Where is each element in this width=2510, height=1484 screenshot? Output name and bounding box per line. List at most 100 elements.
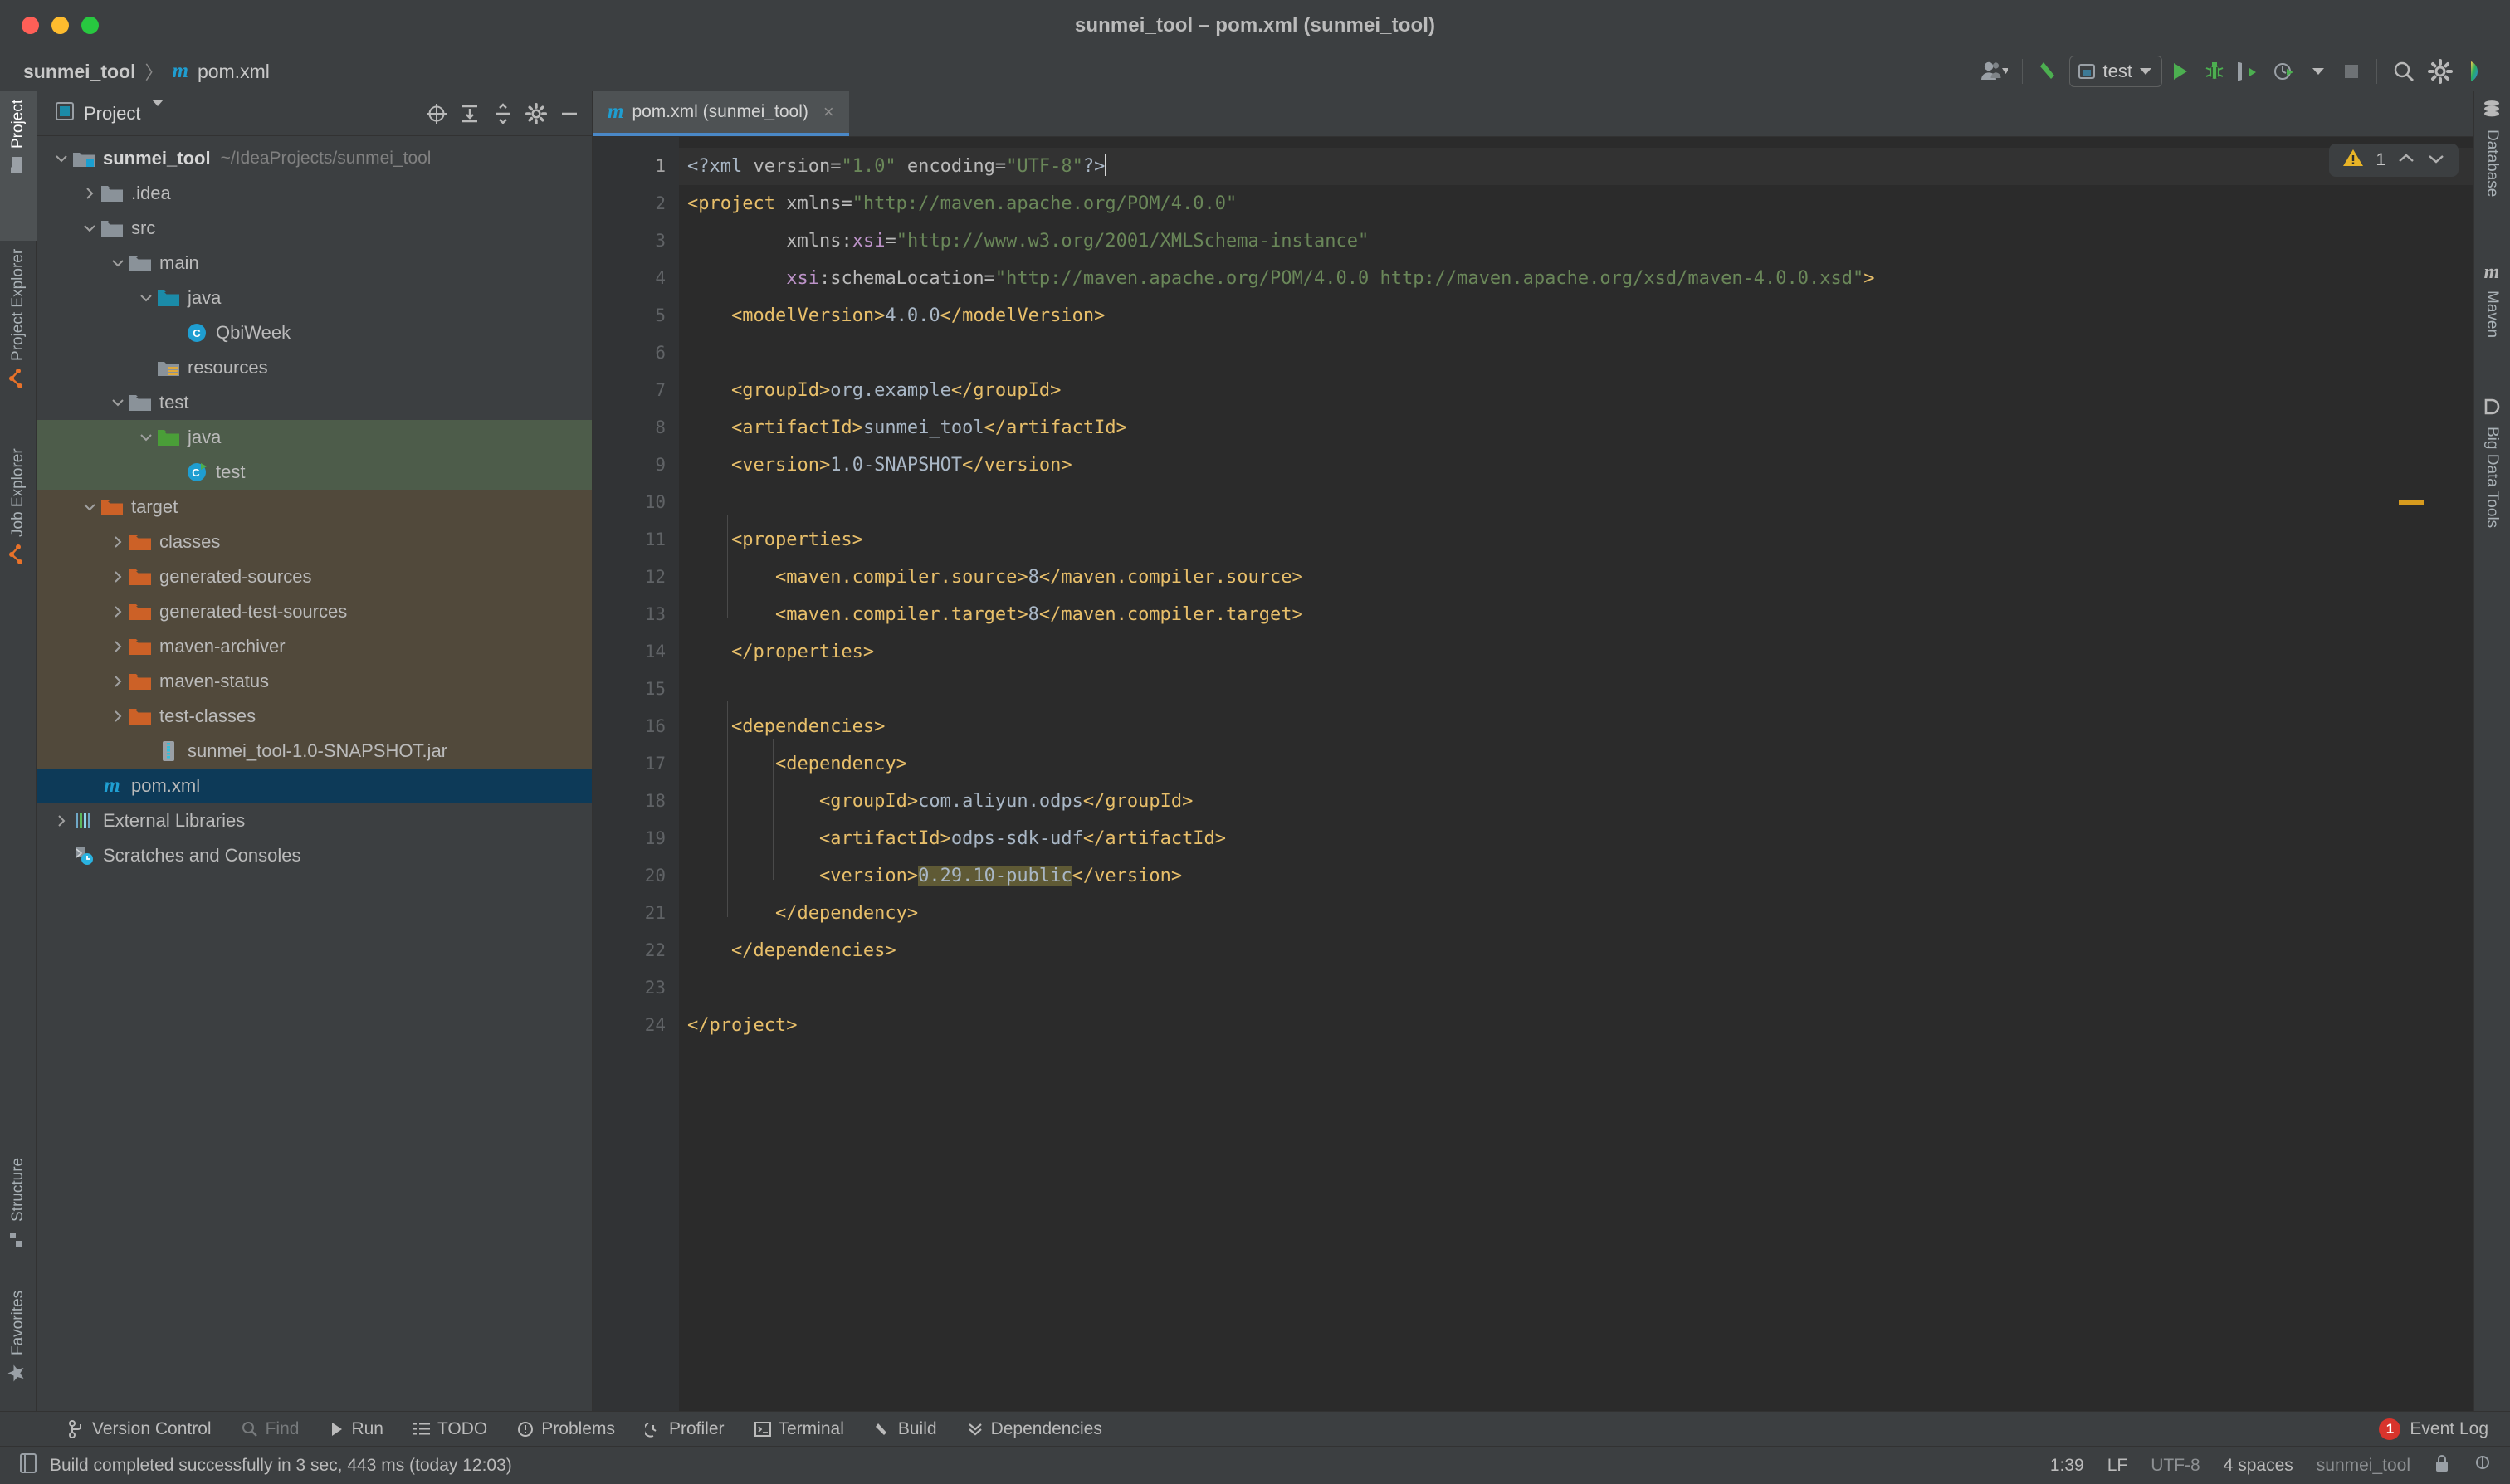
code-line-1[interactable]: <?xml version="1.0" encoding="UTF-8"?> <box>679 148 2473 185</box>
run-button[interactable] <box>2162 53 2197 90</box>
chevron-down-icon[interactable] <box>108 398 128 408</box>
tree-node-java[interactable]: java <box>37 420 592 455</box>
warning-marker-scrollbar[interactable] <box>2399 500 2424 505</box>
tool-window-profiler[interactable]: Profiler <box>630 1412 740 1447</box>
run-with-coverage-button[interactable] <box>2232 53 2267 90</box>
line-number[interactable]: 18 <box>593 783 679 820</box>
sidebar-item-maven[interactable]: m Maven <box>2473 253 2510 390</box>
sidebar-item-database[interactable]: Database <box>2473 91 2510 253</box>
tree-node-scratches-and-consoles[interactable]: Scratches and Consoles <box>37 838 592 873</box>
chevron-right-icon[interactable] <box>108 570 128 583</box>
line-separator[interactable]: LF <box>2107 1456 2128 1476</box>
tree-node-target[interactable]: target <box>37 490 592 525</box>
code-line-14[interactable]: </properties> <box>679 633 2473 671</box>
code-line-20[interactable]: <version>0.29.10-public</version> <box>679 857 2473 895</box>
code-line-8[interactable]: <artifactId>sunmei_tool</artifactId> <box>679 409 2473 447</box>
tree-node-maven-status[interactable]: maven-status <box>37 664 592 699</box>
code-line-15[interactable] <box>679 671 2473 708</box>
line-number[interactable]: 2 <box>593 185 679 222</box>
sidebar-item-project-explorer[interactable]: Project Explorer <box>0 241 37 440</box>
event-log-button[interactable]: 1 Event Log <box>2379 1418 2488 1440</box>
run-configuration-selector[interactable]: test <box>2069 56 2162 87</box>
chevron-up-icon[interactable] <box>2397 151 2415 170</box>
breadcrumb-file[interactable]: pom.xml <box>198 61 270 83</box>
line-number[interactable]: 12 <box>593 559 679 596</box>
tree-node-resources[interactable]: resources <box>37 350 592 385</box>
chevron-down-icon[interactable] <box>51 154 71 164</box>
chevron-down-icon[interactable] <box>108 258 128 268</box>
chevron-down-icon[interactable] <box>2427 151 2445 170</box>
line-number[interactable]: 1 <box>593 148 679 185</box>
line-number[interactable]: 17 <box>593 745 679 783</box>
code-line-9[interactable]: <version>1.0-SNAPSHOT</version> <box>679 447 2473 484</box>
chevron-right-icon[interactable] <box>108 675 128 688</box>
line-number[interactable]: 6 <box>593 334 679 372</box>
tree-node-test-classes[interactable]: test-classes <box>37 699 592 734</box>
sidebar-item-structure[interactable]: Structure <box>0 1150 37 1282</box>
memory-indicator-icon[interactable] <box>18 1452 38 1478</box>
code-line-18[interactable]: <groupId>com.aliyun.odps</groupId> <box>679 783 2473 820</box>
user-avatar-icon[interactable] <box>1974 53 2014 90</box>
tree-node-generated-sources[interactable]: generated-sources <box>37 559 592 594</box>
file-encoding[interactable]: UTF-8 <box>2151 1456 2200 1476</box>
line-number[interactable]: 11 <box>593 521 679 559</box>
expand-all-icon[interactable] <box>456 100 484 128</box>
breadcrumb-project[interactable]: sunmei_tool <box>23 61 135 83</box>
code-line-12[interactable]: <maven.compiler.source>8</maven.compiler… <box>679 559 2473 596</box>
code-line-17[interactable]: <dependency> <box>679 745 2473 783</box>
sidebar-item-big-data-tools[interactable]: Big Data Tools <box>2473 390 2510 569</box>
profile-button[interactable] <box>2267 53 2302 90</box>
line-number[interactable]: 22 <box>593 932 679 969</box>
chevron-down-icon[interactable] <box>80 223 100 233</box>
tree-node-external-libraries[interactable]: External Libraries <box>37 803 592 838</box>
chevron-down-icon[interactable] <box>136 432 156 442</box>
git-branch[interactable]: sunmei_tool <box>2317 1456 2410 1476</box>
lock-icon[interactable] <box>2434 1453 2450 1477</box>
sidebar-item-favorites[interactable]: Favorites <box>0 1282 37 1419</box>
tool-window-find[interactable]: Find <box>227 1412 315 1447</box>
code-line-10[interactable] <box>679 484 2473 521</box>
code-line-2[interactable]: <project xmlns="http://maven.apache.org/… <box>679 185 2473 222</box>
select-opened-file-icon[interactable] <box>422 100 451 128</box>
tree-node-classes[interactable]: classes <box>37 525 592 559</box>
tree-node-sunmei-tool-1-0-snapshot-jar[interactable]: sunmei_tool-1.0-SNAPSHOT.jar <box>37 734 592 769</box>
code-line-19[interactable]: <artifactId>odps-sdk-udf</artifactId> <box>679 820 2473 857</box>
sidebar-item-job-explorer[interactable]: Job Explorer <box>0 440 37 618</box>
code-line-16[interactable]: <dependencies> <box>679 708 2473 745</box>
code-editor[interactable]: 123456789101112131415161718192021222324 … <box>593 137 2473 1419</box>
chevron-right-icon[interactable] <box>108 640 128 653</box>
close-icon[interactable]: × <box>823 101 834 123</box>
tree-node-test[interactable]: test <box>37 385 592 420</box>
tree-node-pom-xml[interactable]: mpom.xml <box>37 769 592 803</box>
line-number[interactable]: 5 <box>593 297 679 334</box>
tree-node-src[interactable]: src <box>37 211 592 246</box>
collapse-all-icon[interactable] <box>489 100 517 128</box>
chevron-down-icon[interactable] <box>152 106 164 121</box>
code-line-7[interactable]: <groupId>org.example</groupId> <box>679 372 2473 409</box>
tree-node-maven-archiver[interactable]: maven-archiver <box>37 629 592 664</box>
tool-window-terminal[interactable]: Terminal <box>740 1412 859 1447</box>
hide-icon[interactable] <box>555 100 584 128</box>
gear-icon[interactable] <box>522 100 550 128</box>
line-number[interactable]: 19 <box>593 820 679 857</box>
chevron-right-icon[interactable] <box>80 187 100 200</box>
code-line-23[interactable] <box>679 969 2473 1007</box>
debug-button[interactable] <box>2197 53 2232 90</box>
chevron-down-icon[interactable] <box>80 502 100 512</box>
inspection-level-icon[interactable] <box>2473 1453 2492 1477</box>
line-number[interactable]: 13 <box>593 596 679 633</box>
code-line-21[interactable]: </dependency> <box>679 895 2473 932</box>
code-line-5[interactable]: <modelVersion>4.0.0</modelVersion> <box>679 297 2473 334</box>
line-number[interactable]: 8 <box>593 409 679 447</box>
line-number[interactable]: 16 <box>593 708 679 745</box>
search-everywhere-button[interactable] <box>2385 53 2422 90</box>
line-number[interactable]: 20 <box>593 857 679 895</box>
sidebar-item-project[interactable]: Project <box>0 91 37 241</box>
build-hammer-icon[interactable] <box>2031 53 2069 90</box>
code-line-24[interactable]: </project> <box>679 1007 2473 1044</box>
stop-button[interactable] <box>2335 53 2368 90</box>
code-line-4[interactable]: xsi:schemaLocation="http://maven.apache.… <box>679 260 2473 297</box>
editor-tab-pom-xml[interactable]: m pom.xml (sunmei_tool) × <box>593 91 849 136</box>
chevron-right-icon[interactable] <box>108 710 128 723</box>
code-line-3[interactable]: xmlns:xsi="http://www.w3.org/2001/XMLSch… <box>679 222 2473 260</box>
